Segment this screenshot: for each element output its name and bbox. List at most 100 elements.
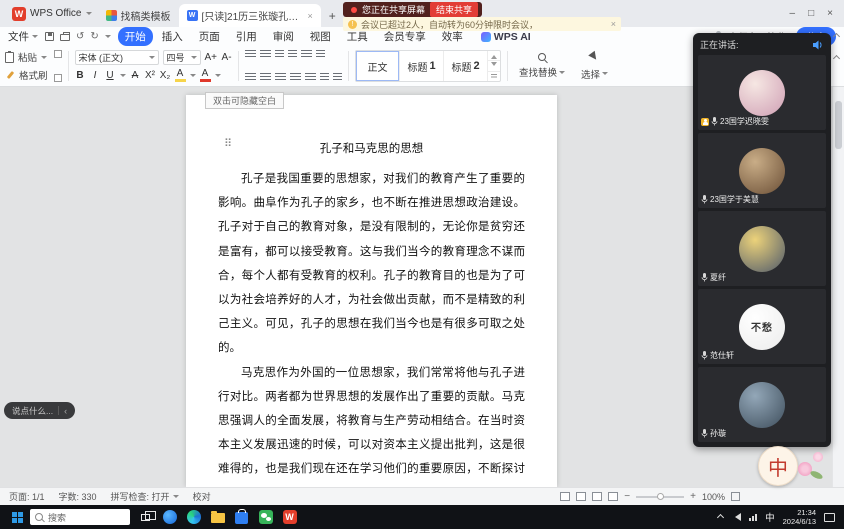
file-explorer-icon[interactable] [207, 506, 228, 528]
font-size-select[interactable]: 四号 [163, 50, 201, 65]
find-replace-button[interactable]: 查找替换 [514, 49, 570, 83]
participant-tile[interactable]: 孙璇 [698, 367, 826, 442]
document-page[interactable]: ⠿ 孔子和马克思的思想 孔子是我国重要的思想家，对我们的教育产生了重要的影响。曲… [186, 95, 557, 487]
align-right-icon[interactable] [275, 73, 286, 82]
participant-tile[interactable]: 不愁 范仕轩 [698, 289, 826, 364]
tencent-meeting-icon[interactable] [159, 506, 180, 528]
show-marks-icon[interactable] [316, 50, 325, 59]
wps-office-menu[interactable]: W WPS Office [6, 0, 98, 27]
tab-reference[interactable]: 引用 [229, 27, 264, 46]
line-spacing-icon[interactable] [305, 73, 316, 82]
save-icon[interactable] [45, 32, 54, 41]
file-menu[interactable]: 文件 [8, 29, 38, 44]
audio-icon[interactable] [813, 40, 824, 50]
style-heading-1[interactable]: 标题 1 [400, 51, 444, 81]
style-heading-2[interactable]: 标题 2 [444, 51, 488, 81]
cut-icon[interactable] [54, 50, 62, 58]
spellcheck-status[interactable]: 拼写检查: 打开 [111, 490, 179, 503]
paste-icon[interactable] [5, 52, 14, 63]
justify-icon[interactable] [290, 73, 301, 82]
collapse-ribbon-icon[interactable] [833, 55, 840, 62]
bold-button[interactable]: B [75, 70, 86, 81]
tab-insert[interactable]: 插入 [155, 27, 190, 46]
store-icon[interactable] [231, 506, 252, 528]
scrollbar-thumb[interactable] [835, 101, 842, 149]
chevron-down-icon[interactable] [41, 56, 47, 59]
redo-icon[interactable]: ↻ [90, 31, 98, 42]
grow-font-button[interactable]: A+ [205, 52, 218, 63]
highlight-color-button[interactable]: A [175, 68, 186, 82]
participant-tile[interactable]: 夏纤 [698, 211, 826, 286]
notice-close-icon[interactable]: × [611, 19, 616, 29]
proofread-button[interactable]: 校对 [193, 490, 211, 503]
undo-icon[interactable]: ↺ [76, 31, 84, 42]
outdent-icon[interactable] [275, 50, 284, 59]
task-view-button[interactable] [135, 506, 156, 528]
tab-current-document[interactable]: W [只读]21历三张璇孔子和马克... × [179, 4, 321, 27]
view-read-icon[interactable] [608, 492, 618, 501]
edge-icon[interactable] [183, 506, 204, 528]
minimize-button[interactable]: – [790, 9, 796, 19]
chevron-down-icon[interactable] [105, 35, 111, 38]
chevron-down-icon[interactable] [190, 74, 196, 77]
zoom-slider-thumb[interactable] [657, 493, 664, 500]
wechat-icon[interactable] [255, 506, 276, 528]
view-web-icon[interactable] [592, 492, 602, 501]
italic-button[interactable]: I [90, 70, 101, 81]
zoom-in-button[interactable]: + [690, 491, 696, 502]
zoom-slider[interactable] [636, 496, 684, 498]
taskbar-search[interactable]: 搜索 [30, 509, 130, 525]
style-body-text[interactable]: 正文 [356, 51, 400, 81]
format-painter-icon[interactable] [5, 70, 15, 80]
fullscreen-icon[interactable] [731, 492, 740, 501]
copy-icon[interactable] [54, 74, 62, 82]
font-color-button[interactable]: A [200, 68, 211, 82]
font-name-select[interactable]: 宋体 (正文) [75, 50, 159, 65]
start-button[interactable] [12, 512, 23, 523]
superscript-button[interactable]: X² [145, 70, 156, 81]
participant-tile[interactable]: 23国学于美慧 [698, 133, 826, 208]
chevron-down-icon[interactable] [215, 74, 221, 77]
styles-scroll-up[interactable] [488, 51, 500, 61]
word-count[interactable]: 字数: 330 [59, 490, 97, 503]
view-outline-icon[interactable] [576, 492, 586, 501]
volume-icon[interactable] [731, 513, 741, 521]
chevron-down-icon[interactable] [120, 74, 126, 77]
print-icon[interactable] [60, 34, 70, 41]
drag-handle-icon[interactable]: ⠿ [224, 139, 232, 150]
underline-button[interactable]: U [105, 70, 116, 81]
clock[interactable]: 21:34 2024/6/13 [783, 508, 816, 526]
align-left-icon[interactable] [245, 73, 256, 82]
select-button[interactable]: 选择 [576, 49, 613, 83]
strikethrough-button[interactable]: A [130, 70, 141, 81]
network-icon[interactable] [749, 514, 757, 521]
close-button[interactable]: × [827, 9, 833, 19]
styles-scroll-down[interactable] [488, 61, 500, 71]
border-icon[interactable] [333, 73, 342, 82]
zoom-out-button[interactable]: − [624, 491, 630, 502]
sort-icon[interactable] [301, 50, 312, 59]
bullet-list-icon[interactable] [245, 50, 256, 59]
tab-home[interactable]: 开始 [118, 27, 153, 46]
indent-icon[interactable] [288, 50, 297, 59]
input-language[interactable]: 中 [765, 510, 775, 524]
tray-expand-icon[interactable] [717, 513, 724, 520]
shrink-font-button[interactable]: A- [221, 52, 232, 63]
numbered-list-icon[interactable] [260, 50, 271, 59]
view-mode-icon[interactable] [560, 492, 570, 501]
new-tab-button[interactable]: + [321, 4, 344, 27]
participant-tile[interactable]: 23国学迟晓雯 [698, 55, 826, 130]
wps-icon[interactable]: W [279, 506, 300, 528]
wps-ai-button[interactable]: WPS AI [481, 31, 531, 43]
paste-button[interactable]: 粘贴 [18, 50, 37, 64]
chat-input-collapsed[interactable]: 说点什么... ‹ [4, 402, 75, 419]
align-center-icon[interactable] [260, 73, 271, 82]
styles-more-button[interactable] [488, 72, 500, 81]
action-center-icon[interactable] [824, 513, 835, 522]
close-tab-icon[interactable]: × [308, 11, 313, 21]
tab-view[interactable]: 视图 [303, 27, 338, 46]
collapse-arrow-icon[interactable]: ‹ [64, 406, 67, 416]
shading-icon[interactable] [320, 73, 329, 82]
tab-docer-templates[interactable]: 找稿类模板 [98, 4, 179, 27]
zoom-level[interactable]: 100% [702, 492, 725, 502]
